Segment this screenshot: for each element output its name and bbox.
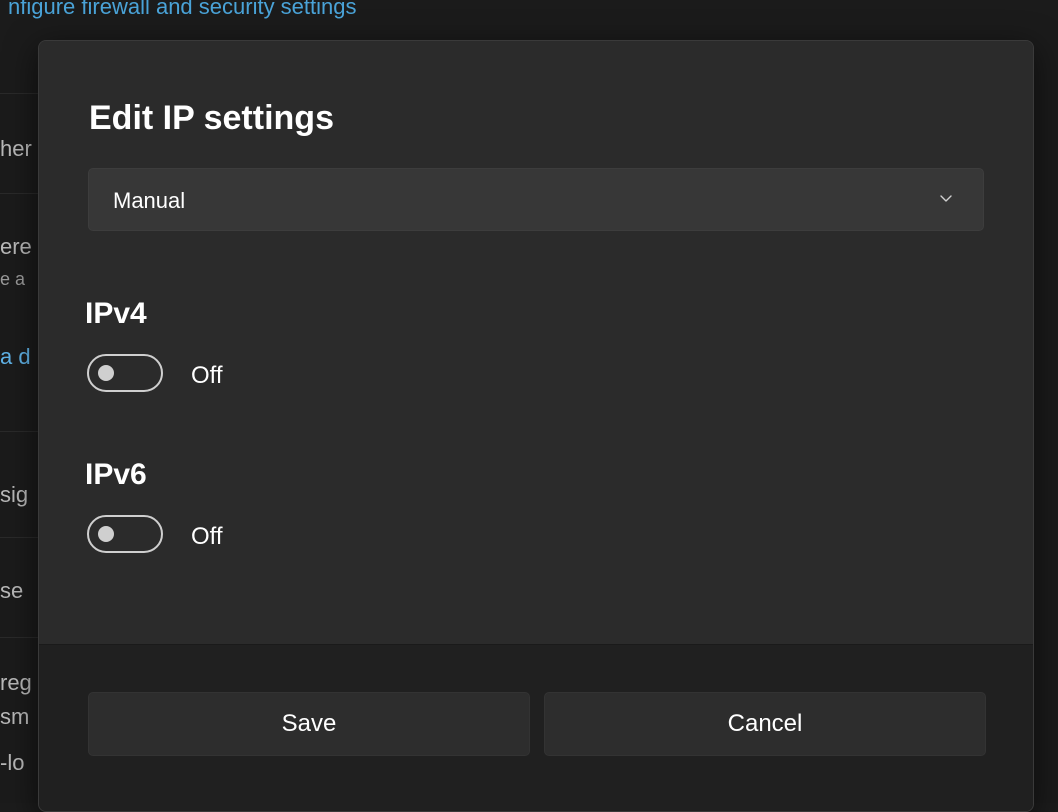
cancel-button[interactable]: Cancel [544, 692, 986, 756]
background-text: -lo [0, 750, 25, 775]
ipv6-toggle-row: Off [87, 515, 287, 557]
ipv6-toggle[interactable] [87, 515, 163, 553]
background-text: her [0, 136, 32, 161]
background-text: e a [0, 269, 26, 289]
background-link[interactable]: a d [0, 346, 31, 368]
save-button[interactable]: Save [88, 692, 530, 756]
ipv4-toggle-state: Off [191, 362, 223, 389]
background-text: se [0, 578, 24, 603]
ipv6-toggle-state: Off [191, 523, 223, 550]
edit-ip-settings-dialog: Edit IP settings Manual IPv4 Off IPv6 Of… [38, 40, 1034, 812]
ipv4-section-label: IPv4 [85, 297, 147, 330]
background-text: sm [0, 704, 30, 729]
ipv6-section-label: IPv6 [85, 458, 147, 491]
ip-assignment-dropdown[interactable]: Manual [88, 168, 984, 231]
background-text: reg [0, 670, 32, 695]
dropdown-selected-value: Manual [113, 188, 186, 213]
background-text: ere [0, 234, 32, 259]
chevron-down-icon [940, 195, 952, 202]
ipv4-toggle[interactable] [87, 354, 163, 392]
dialog-title: Edit IP settings [89, 99, 334, 137]
background-text: sig [0, 482, 29, 507]
dialog-body: Edit IP settings Manual IPv4 Off IPv6 Of… [39, 41, 1033, 644]
toggle-knob [98, 526, 114, 542]
toggle-knob [98, 365, 114, 381]
ipv4-toggle-row: Off [87, 354, 287, 396]
firewall-settings-link[interactable]: nfigure firewall and security settings [8, 0, 357, 20]
